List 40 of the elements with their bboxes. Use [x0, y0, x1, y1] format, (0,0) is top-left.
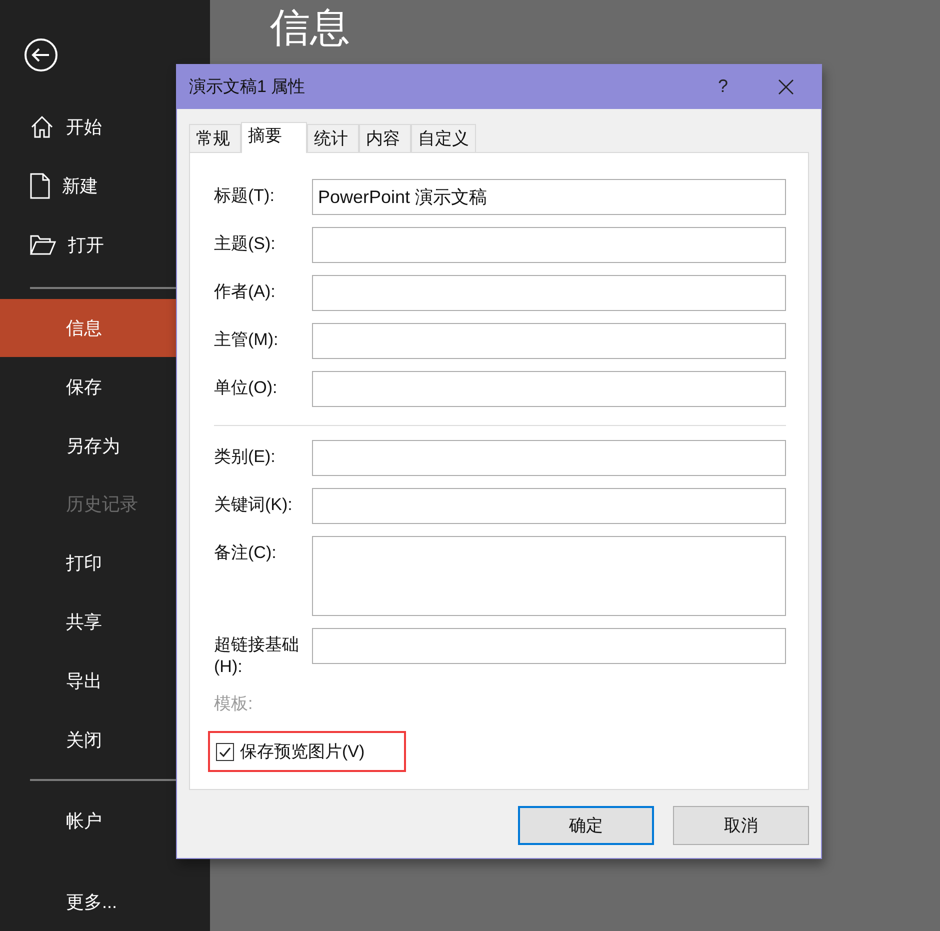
document-icon: [30, 173, 50, 200]
tab[interactable]: 内容: [359, 124, 411, 152]
input-field[interactable]: [312, 440, 786, 476]
input-field[interactable]: [312, 227, 786, 263]
tab[interactable]: 常规: [189, 124, 241, 152]
field-label: 超链接基础(H):: [214, 634, 300, 678]
tab[interactable]: 统计: [307, 124, 359, 152]
input-field[interactable]: [312, 275, 786, 311]
field-label: 备注(C):: [214, 542, 278, 564]
checkbox[interactable]: [216, 742, 234, 761]
input-field[interactable]: [312, 371, 786, 407]
input-field[interactable]: [312, 536, 786, 616]
checkbox-label[interactable]: 保存预览图片(V): [240, 740, 365, 764]
field-label: 类别(E):: [214, 446, 276, 468]
window-title: 演示文稿1 属性: [189, 76, 306, 98]
dialog-button[interactable]: 确定: [518, 806, 654, 845]
template-label: 模板:: [214, 693, 254, 716]
field-label: 主题(S):: [214, 233, 276, 255]
folder-icon: [30, 235, 56, 256]
input-field[interactable]: PowerPoint 演示文稿: [312, 179, 786, 215]
back-icon: [24, 38, 58, 72]
page-title: 信息: [270, 5, 351, 52]
back-button[interactable]: [24, 38, 58, 72]
input-field[interactable]: [312, 628, 786, 664]
home-icon: [30, 115, 54, 140]
input-field[interactable]: [312, 323, 786, 359]
tab[interactable]: 自定义: [411, 124, 476, 152]
close-icon: [778, 78, 794, 94]
help-button[interactable]: ?: [695, 64, 751, 109]
menu-item[interactable]: 打开: [0, 216, 210, 275]
menu-item[interactable]: 更多...: [0, 872, 210, 931]
field-label: 标题(T):: [214, 185, 276, 207]
field-label: 作者(A):: [214, 281, 276, 303]
field-label: 关键词(K):: [214, 494, 294, 516]
dialog-button[interactable]: 取消: [673, 806, 809, 845]
menu-item[interactable]: 新建: [0, 156, 210, 216]
input-field[interactable]: [312, 488, 786, 524]
field-label: 主管(M):: [214, 329, 280, 351]
tab[interactable]: 摘要: [241, 122, 307, 153]
field-label: 单位(O):: [214, 377, 278, 399]
